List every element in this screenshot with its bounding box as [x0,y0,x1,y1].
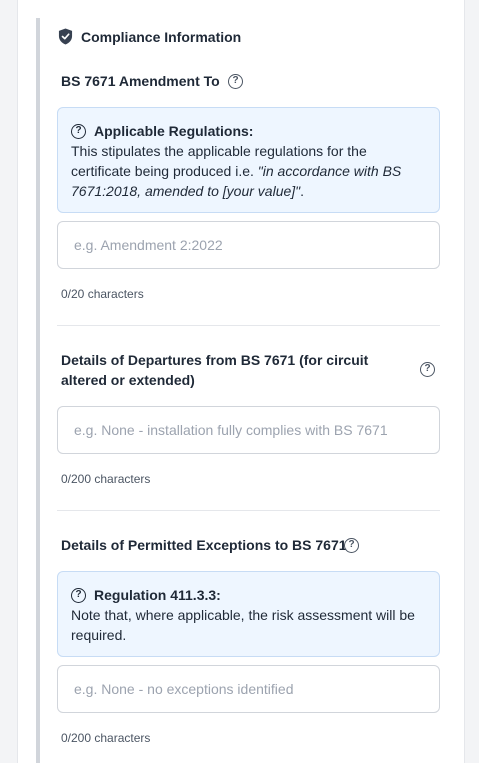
applicable-regulations-info: ? Applicable Regulations: This stipulate… [57,107,440,213]
amendment-help-icon[interactable]: ? [228,74,243,89]
info-text: This stipulates the applicable regulatio… [71,143,402,199]
departures-label: Details of Departures from BS 7671 (for … [61,352,369,388]
divider [57,325,440,326]
info-question-icon: ? [71,587,86,603]
section-header: Compliance Information [58,28,241,45]
info-title: Regulation 411.3.3: [94,587,221,603]
divider [57,510,440,511]
info-text: Note that, where applicable, the risk as… [71,607,415,643]
exceptions-character-counter: 0/200 characters [61,731,151,745]
amendment-character-counter: 0/20 characters [61,287,144,301]
exceptions-input[interactable] [57,665,440,713]
info-title: Applicable Regulations: [94,123,254,139]
shield-check-icon [58,28,73,45]
exceptions-help-icon[interactable]: ? [344,538,359,553]
departures-character-counter: 0/200 characters [61,472,151,486]
regulation-411-info: ? Regulation 411.3.3: Note that, where a… [57,571,440,657]
section-accent-bar [36,18,40,763]
info-question-icon: ? [71,123,86,139]
amendment-label: BS 7671 Amendment To [61,73,220,89]
amendment-input[interactable] [57,221,440,269]
section-title: Compliance Information [81,28,242,45]
exceptions-label: Details of Permitted Exceptions to BS 76… [61,537,347,553]
departures-input[interactable] [57,406,440,454]
departures-help-icon[interactable]: ? [420,362,435,377]
